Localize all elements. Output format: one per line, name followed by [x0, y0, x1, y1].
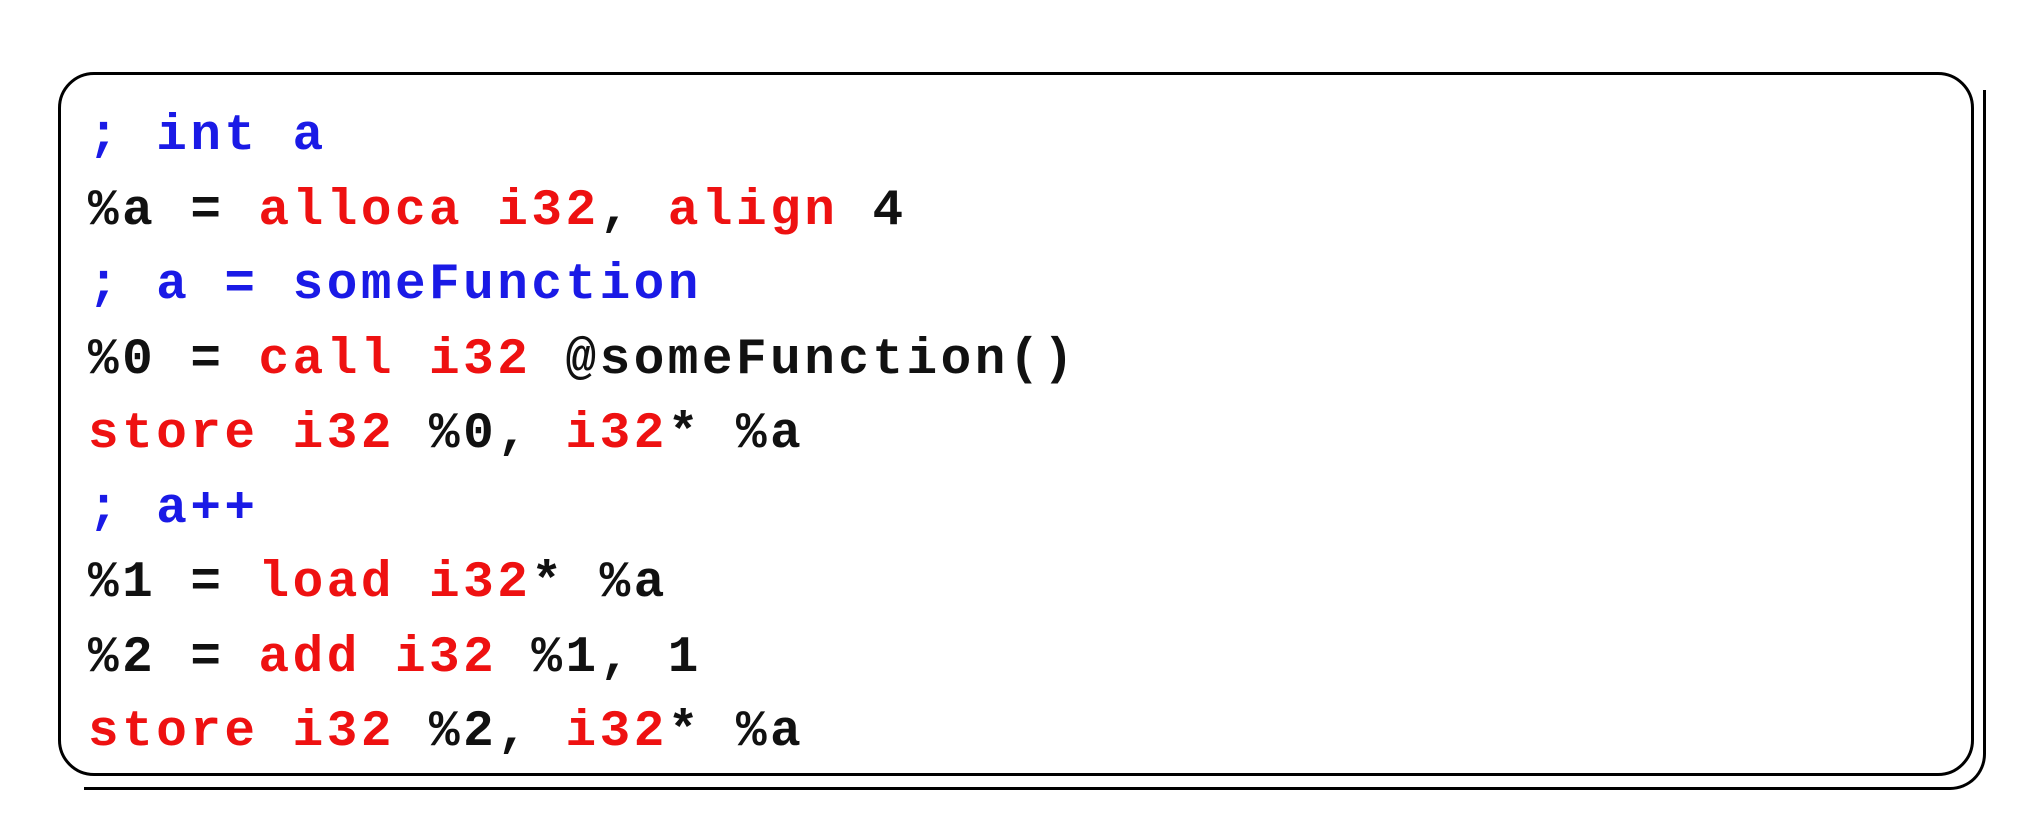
code-text: 4 [838, 182, 907, 240]
code-line: ; int a [88, 100, 1948, 175]
code-keyword: align [667, 182, 839, 240]
code-text: %2, [394, 704, 566, 761]
code-text: %0, [394, 406, 566, 463]
code-line: %1 = load i32* %a [88, 547, 1948, 622]
code-line: ; a++ [88, 473, 1948, 548]
code-text: %0 = [88, 331, 259, 389]
code-line: %0 = call i32 @someFunction() [88, 324, 1948, 399]
code-keyword: alloca i32 [258, 182, 600, 240]
code-line: store i32 %2, i32* %a [88, 696, 1948, 771]
code-text: * %a [667, 406, 805, 463]
code-line: store i32 %0, i32* %a [88, 398, 1948, 473]
code-keyword: call i32 [258, 331, 532, 389]
code-text: %1, 1 [497, 629, 702, 687]
code-keyword: i32 [565, 704, 668, 761]
code-keyword: i32 [565, 406, 668, 463]
code-keyword: store i32 [88, 704, 395, 761]
code-line: %2 = add i32 %1, 1 [88, 622, 1948, 697]
llvm-ir-code-listing: ; int a %a = alloca i32, align 4 ; a = som… [88, 100, 1948, 771]
code-text: , [599, 182, 668, 240]
code-text: %a = [88, 182, 259, 240]
code-line: ; a = someFunction [88, 249, 1948, 324]
code-comment: ; a++ [88, 480, 259, 538]
code-comment: ; int a [88, 108, 327, 165]
code-keyword: add i32 [258, 629, 498, 687]
code-text: %2 = [88, 629, 259, 687]
code-text: @someFunction() [531, 331, 1078, 389]
code-keyword: load i32 [258, 555, 532, 612]
code-comment: ; a = someFunction [88, 257, 702, 314]
code-text: %1 = [88, 555, 259, 612]
code-text: * %a [667, 704, 805, 761]
code-line: %a = alloca i32, align 4 [88, 175, 1948, 250]
code-keyword: store i32 [88, 406, 395, 463]
code-text: * %a [531, 555, 668, 612]
